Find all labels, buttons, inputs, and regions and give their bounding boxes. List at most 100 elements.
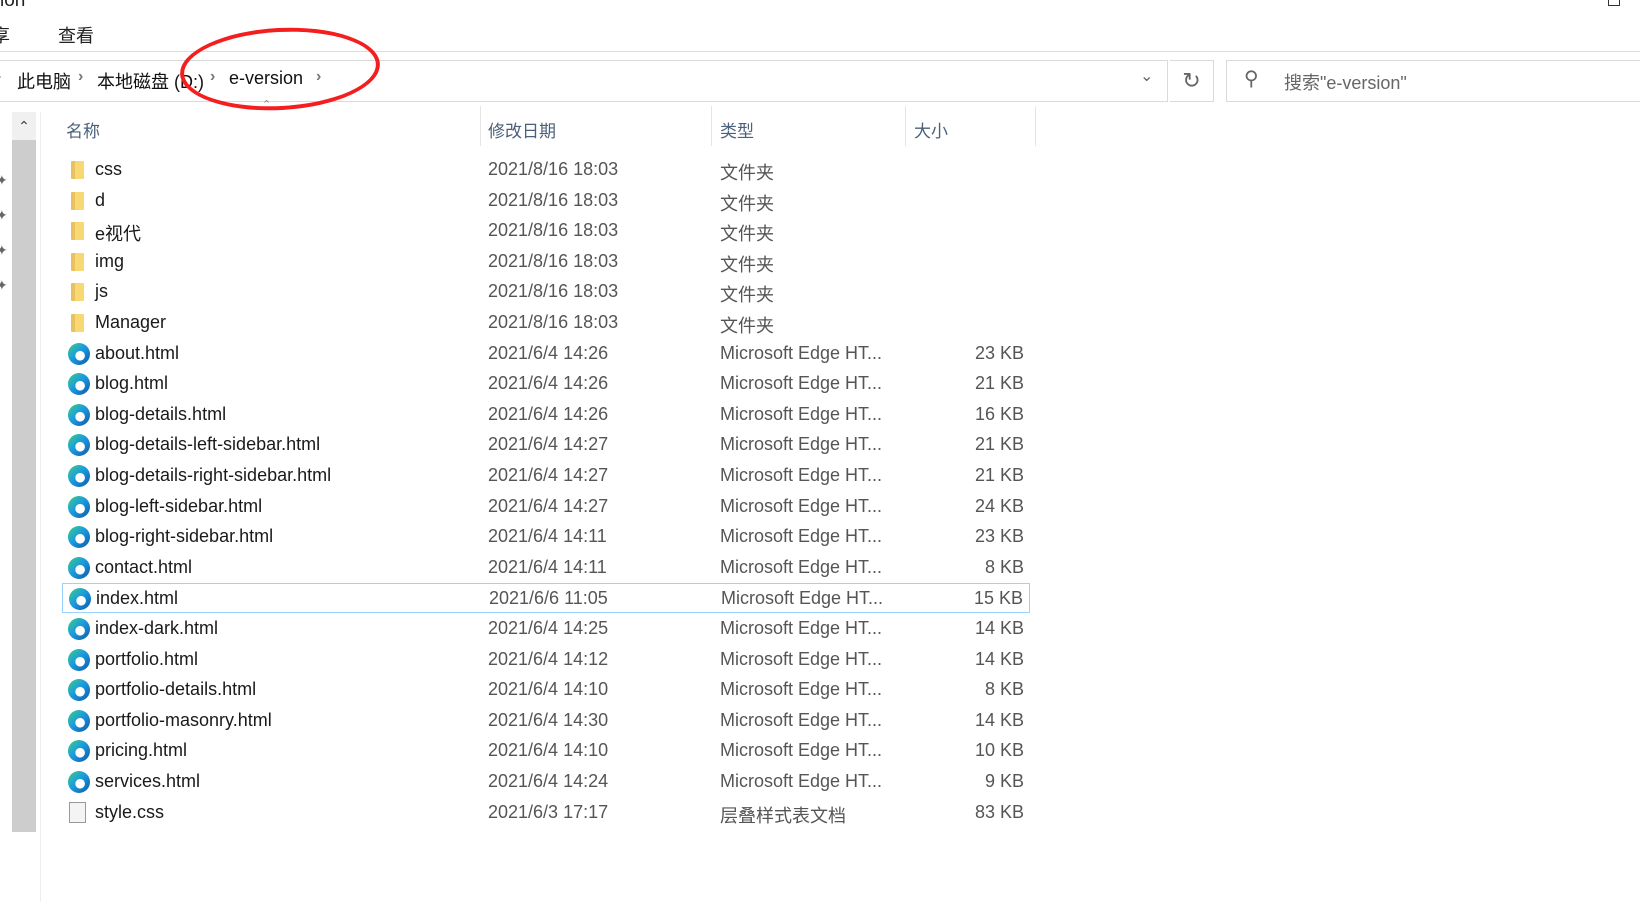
file-row[interactable]: about.html 2021/6/4 14:26 Microsoft Edge H…	[62, 339, 1030, 369]
file-size: 15 KB	[973, 588, 1023, 609]
address-dropdown-icon[interactable]: ⌄	[1140, 66, 1153, 86]
nav-pane-scrollbar[interactable]	[12, 112, 36, 832]
file-row[interactable]: blog.html 2021/6/4 14:26 Microsoft Edge HT…	[62, 369, 1030, 399]
file-type: 文件夹	[720, 254, 774, 275]
file-date: 2021/8/16 18:03	[488, 189, 619, 210]
column-header-name[interactable]: 名称	[66, 117, 100, 142]
file-type: Microsoft Edge HT...	[720, 740, 883, 761]
refresh-button[interactable]: ↻	[1170, 60, 1214, 102]
file-name: blog-details-right-sidebar.html	[95, 465, 332, 485]
edge-html-icon	[68, 618, 90, 640]
pin-icon: ✦	[0, 172, 8, 188]
file-date: 2021/6/4 14:10	[488, 740, 609, 761]
column-header-size[interactable]: 大小	[914, 117, 948, 142]
edge-html-icon	[68, 526, 90, 549]
file-row[interactable]: portfolio.html 2021/6/4 14:12 Microsoft Ed…	[62, 645, 1030, 675]
file-row[interactable]: e视代 2021/8/16 18:03 文件夹	[62, 216, 1030, 246]
file-size: 14 KB	[974, 618, 1024, 638]
column-header-type[interactable]: 类型	[720, 117, 754, 142]
column-divider[interactable]	[711, 106, 712, 146]
file-name: Manager	[95, 312, 167, 332]
column-divider[interactable]	[480, 106, 481, 146]
scroll-up-icon[interactable]: ⌃	[12, 112, 36, 140]
folder-icon	[71, 314, 84, 332]
file-row[interactable]: index-dark.html 2021/6/4 14:25 Microsoft E…	[62, 614, 1030, 644]
file-row[interactable]: blog-details-right-sidebar.html 2021/6/4 …	[62, 461, 1030, 491]
file-size: 8 KB	[984, 679, 1024, 700]
breadcrumb-chevron-icon[interactable]: ›	[0, 68, 1, 86]
column-header-date[interactable]: 修改日期	[488, 117, 556, 142]
breadcrumb-chevron-icon[interactable]: ›	[78, 68, 83, 86]
file-name: pricing.html	[95, 740, 188, 761]
file-row[interactable]: services.html 2021/6/4 14:24 Microsoft Edg…	[62, 767, 1030, 797]
nav-pane-divider	[40, 112, 41, 902]
file-name: d	[95, 189, 106, 210]
file-size: 14 KB	[974, 709, 1024, 730]
file-row[interactable]: css 2021/8/16 18:03 文件夹	[62, 155, 1030, 185]
pin-icon: ✦	[0, 242, 8, 258]
search-icon: ⚲	[1244, 68, 1259, 90]
file-type: 文件夹	[720, 224, 774, 245]
file-name: portfolio-details.html	[95, 679, 257, 700]
breadcrumb-this-pc[interactable]: 此电脑	[17, 68, 71, 94]
file-row[interactable]: d 2021/8/16 18:03 文件夹	[62, 186, 1030, 216]
file-row[interactable]: portfolio-masonry.html 2021/6/4 14:30 Micr…	[62, 706, 1030, 736]
file-size: 21 KB	[974, 434, 1024, 455]
file-type: Microsoft Edge HT...	[720, 771, 883, 791]
restore-window-button[interactable]	[1608, 0, 1620, 6]
edge-html-icon	[68, 709, 90, 732]
file-name: index-dark.html	[95, 618, 219, 638]
file-row[interactable]: blog-details-left-sidebar.html 2021/6/4 1…	[62, 430, 1030, 460]
column-divider[interactable]	[905, 106, 906, 146]
file-row[interactable]: js 2021/8/16 18:03 文件夹	[62, 277, 1030, 307]
file-date: 2021/6/4 14:11	[488, 556, 607, 577]
file-date: 2021/6/4 14:26	[488, 373, 609, 394]
file-size: 24 KB	[974, 495, 1024, 516]
file-name: contact.html	[95, 556, 193, 577]
file-row[interactable]: blog-left-sidebar.html 2021/6/4 14:27 Micr…	[62, 492, 1030, 522]
file-name: img	[95, 250, 125, 271]
file-row[interactable]: index.html 2021/6/6 11:05 Microsoft Edge H…	[62, 583, 1030, 614]
file-name: about.html	[95, 342, 180, 363]
edge-html-icon	[68, 342, 90, 365]
file-type: 文件夹	[720, 316, 774, 336]
file-date: 2021/8/16 18:03	[488, 159, 619, 179]
file-row[interactable]: portfolio-details.html 2021/6/4 14:10 Micr…	[62, 675, 1030, 705]
file-name: blog-right-sidebar.html	[95, 526, 274, 547]
file-date: 2021/8/16 18:03	[488, 250, 619, 271]
file-row[interactable]: pricing.html 2021/6/4 14:10 Microsoft Edge…	[62, 736, 1030, 766]
edge-html-icon	[68, 556, 90, 579]
file-type: Microsoft Edge HT...	[720, 556, 883, 577]
file-size: 21 KB	[974, 465, 1024, 485]
file-name: blog.html	[95, 373, 169, 394]
file-row[interactable]: style.css 2021/6/3 17:17 层叠样式表文档 83 KB	[62, 798, 1030, 828]
ribbon-tab-share[interactable]: 享	[0, 22, 10, 48]
file-date: 2021/8/16 18:03	[488, 312, 619, 332]
edge-html-icon	[68, 648, 90, 671]
file-type: Microsoft Edge HT...	[720, 434, 883, 455]
ribbon-tab-view[interactable]: 查看	[58, 22, 94, 48]
file-row[interactable]: blog-right-sidebar.html 2021/6/4 14:11 Mic…	[62, 522, 1030, 552]
file-date: 2021/8/16 18:03	[488, 281, 619, 302]
file-date: 2021/6/4 14:25	[488, 618, 609, 638]
file-name: portfolio-masonry.html	[95, 709, 272, 730]
column-divider[interactable]	[1035, 106, 1036, 146]
file-date: 2021/6/4 14:27	[488, 465, 609, 485]
file-row[interactable]: img 2021/8/16 18:03 文件夹	[62, 247, 1030, 277]
file-type: Microsoft Edge HT...	[720, 679, 883, 700]
file-date: 2021/6/4 14:26	[488, 403, 609, 424]
file-name: blog-details.html	[95, 403, 227, 424]
folder-icon	[71, 283, 84, 302]
file-row[interactable]: blog-details.html 2021/6/4 14:26 Microsoft…	[62, 400, 1030, 430]
file-name: e视代	[95, 224, 142, 245]
edge-html-icon	[68, 679, 90, 702]
file-row[interactable]: contact.html 2021/6/4 14:11 Microsoft Edge…	[62, 553, 1030, 583]
sort-indicator-icon: ⌃	[262, 99, 272, 111]
file-row[interactable]: Manager 2021/8/16 18:03 文件夹	[62, 308, 1030, 338]
file-size: 16 KB	[974, 403, 1024, 424]
file-type: 层叠样式表文档	[720, 805, 846, 826]
file-size: 83 KB	[974, 801, 1024, 822]
file-size: 23 KB	[974, 526, 1024, 547]
edge-html-icon	[69, 588, 91, 611]
file-type: Microsoft Edge HT...	[720, 465, 883, 485]
